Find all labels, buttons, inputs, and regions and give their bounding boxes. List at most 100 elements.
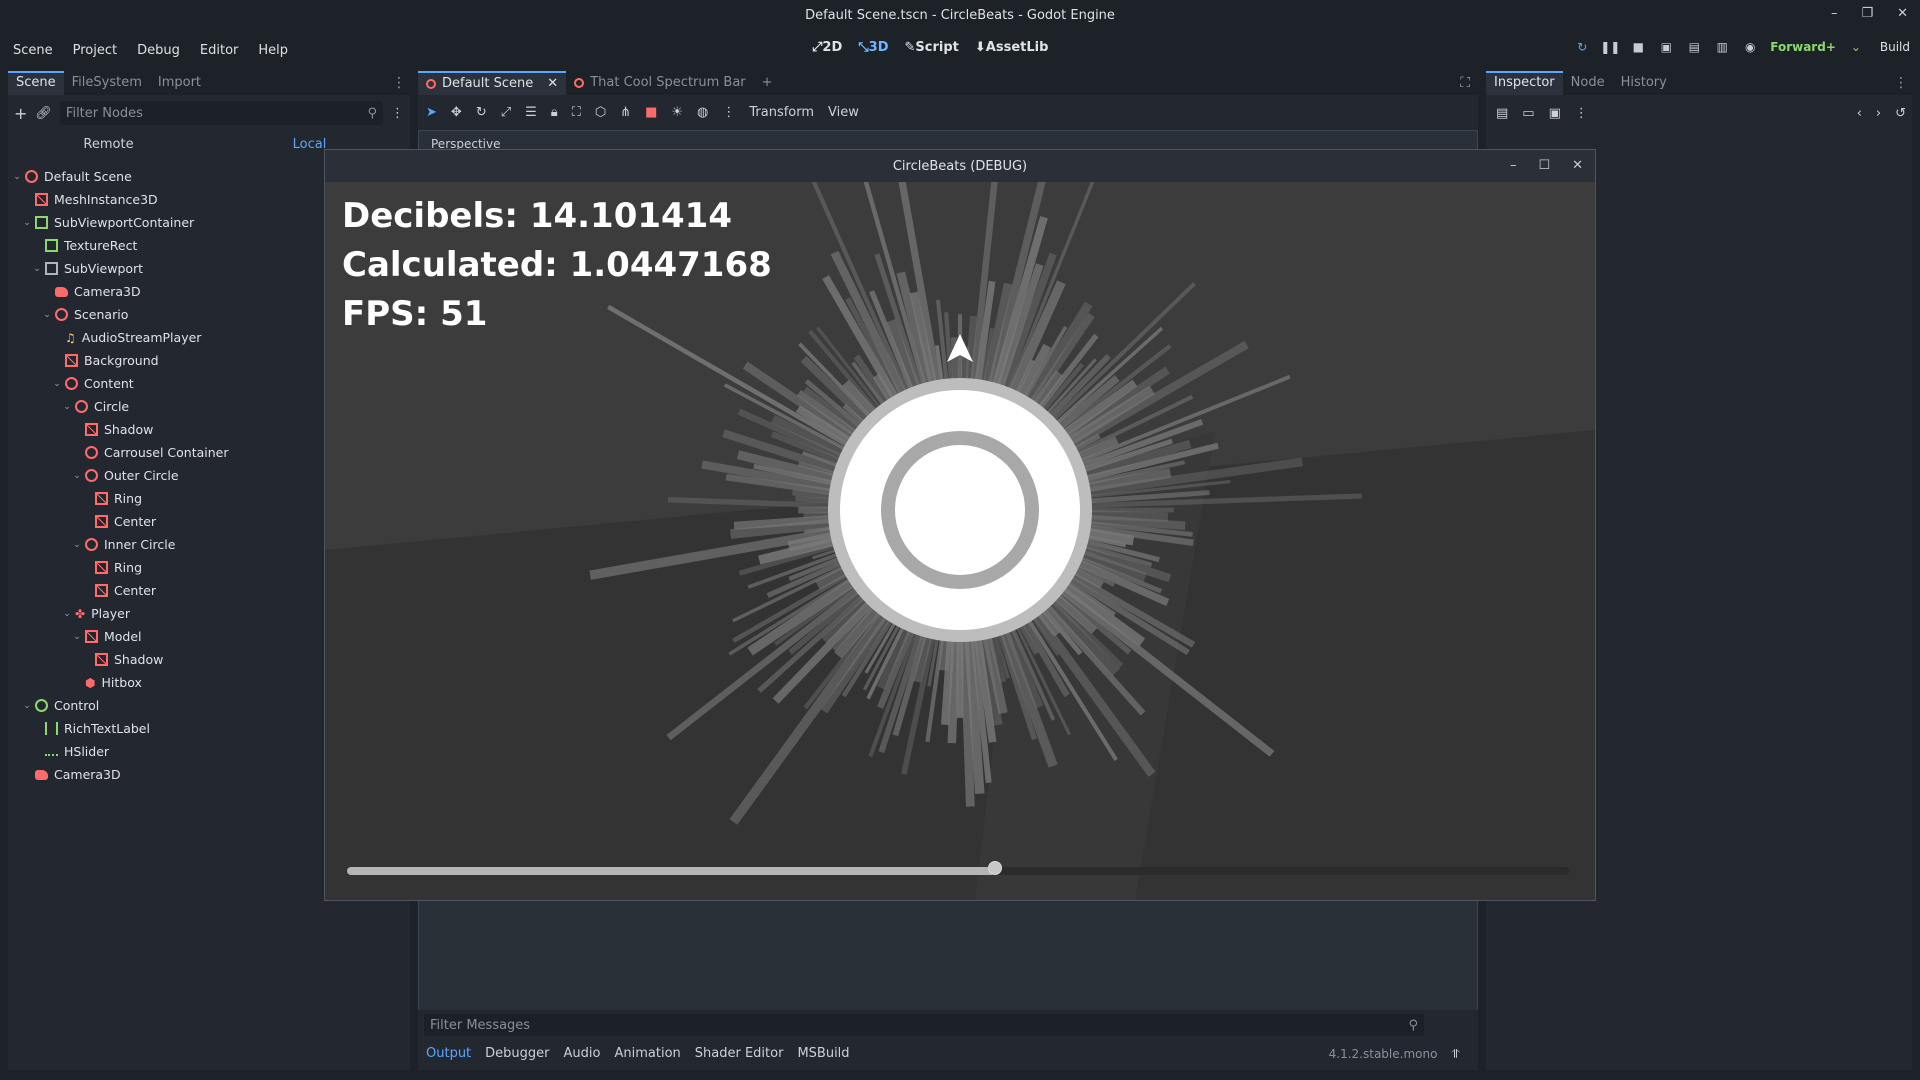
chevron-down-icon[interactable]: ⌄ <box>32 264 42 274</box>
filter-nodes-input[interactable]: Filter Nodes ⚲ <box>59 101 383 125</box>
add-tab-icon[interactable]: + <box>754 71 781 95</box>
tree-node-label: Ring <box>114 491 143 506</box>
new-resource-icon[interactable]: ▤ <box>1496 106 1508 121</box>
close-icon[interactable]: ✕ <box>547 74 558 94</box>
remote-tab[interactable]: Remote <box>8 137 209 152</box>
maximize-icon[interactable]: ☐ <box>1538 158 1550 173</box>
lock-icon[interactable]: 🔒︎ <box>551 105 558 120</box>
mode-assetlib-button[interactable]: ⬇AssetLib <box>975 40 1049 55</box>
tab-shader-editor[interactable]: Shader Editor <box>695 1046 784 1061</box>
kebab-icon[interactable]: ⋮ <box>1575 106 1588 121</box>
chevron-down-icon[interactable]: ⌄ <box>72 540 82 550</box>
environment-icon[interactable]: ◍ <box>697 105 708 120</box>
tree-node-label: Background <box>84 353 159 368</box>
tab-inspector[interactable]: Inspector <box>1486 71 1563 95</box>
tab-scene[interactable]: Scene <box>8 71 64 95</box>
close-icon[interactable]: ✕ <box>1572 158 1583 173</box>
transform-menu[interactable]: Transform <box>749 105 814 120</box>
kebab-icon[interactable]: ⋮ <box>722 105 735 120</box>
dock-menu-icon[interactable]: ⋮ <box>392 75 406 91</box>
chevron-down-icon[interactable]: ⌄ <box>72 471 82 481</box>
dock-menu-icon[interactable]: ⋮ <box>1894 75 1908 91</box>
tree-node-label: Shadow <box>114 652 164 667</box>
play-scene-icon[interactable]: ▤ <box>1686 39 1702 55</box>
tree-node-label: Center <box>114 514 157 529</box>
view-menu[interactable]: View <box>828 105 859 120</box>
hslider[interactable] <box>347 861 1569 875</box>
tab-audio[interactable]: Audio <box>564 1046 601 1061</box>
menubar: Scene Project Debug Editor Help ⤢2D ⤡3D … <box>0 30 1920 70</box>
tab-animation[interactable]: Animation <box>614 1046 680 1061</box>
local-space-icon[interactable]: ⬡ <box>595 105 606 120</box>
tree-node-label: Content <box>84 376 134 391</box>
filter-messages-input[interactable]: Filter Messages ⚲ <box>424 1014 1424 1036</box>
select-tool-icon[interactable]: ➤ <box>426 105 437 120</box>
chevron-down-icon[interactable]: ⌄ <box>52 379 62 389</box>
distraction-free-icon[interactable]: ⛶ <box>1460 75 1470 91</box>
tab-filesystem[interactable]: FileSystem <box>64 71 150 95</box>
play-custom-scene-icon[interactable]: ▥ <box>1714 39 1730 55</box>
node3d-icon <box>574 78 585 88</box>
pin-icon[interactable]: ⥣ <box>1451 1047 1460 1061</box>
kebab-icon[interactable]: ⋮ <box>391 106 404 121</box>
mesh-icon <box>65 354 78 367</box>
pause-icon[interactable]: ❚❚ <box>1600 39 1620 55</box>
menu-project[interactable]: Project <box>73 43 117 58</box>
save-icon[interactable]: ▣ <box>1549 106 1561 121</box>
tab-import[interactable]: Import <box>150 71 209 95</box>
tree-node-label: Hitbox <box>101 675 142 690</box>
scale-tool-icon[interactable]: ⤢ <box>501 105 511 120</box>
tab-msbuild[interactable]: MSBuild <box>797 1046 849 1061</box>
minimize-icon[interactable]: – <box>1510 158 1517 173</box>
open-folder-icon[interactable]: ▭ <box>1522 106 1534 121</box>
stop-icon[interactable]: ■ <box>1630 39 1646 55</box>
menu-editor[interactable]: Editor <box>200 43 238 58</box>
chevron-left-icon[interactable]: ‹ <box>1857 106 1862 121</box>
chevron-down-icon[interactable]: ⌄ <box>72 632 82 642</box>
build-button[interactable]: Build <box>1880 40 1910 54</box>
tree-node-label: Camera3D <box>54 767 121 782</box>
tab-history[interactable]: History <box>1613 71 1675 95</box>
add-node-icon[interactable]: + <box>14 104 27 123</box>
game-viewport[interactable]: Decibels: 14.101414 Calculated: 1.044716… <box>325 182 1595 900</box>
rotate-tool-icon[interactable]: ↻ <box>476 105 487 120</box>
chevron-down-icon[interactable]: ⌄ <box>62 402 72 412</box>
group-icon[interactable]: ⛶ <box>572 105 581 120</box>
tab-debugger[interactable]: Debugger <box>485 1046 549 1061</box>
menu-scene[interactable]: Scene <box>13 43 53 58</box>
chevron-down-icon[interactable]: ⌄ <box>62 609 72 619</box>
list-select-icon[interactable]: ☰ <box>525 105 537 120</box>
chevron-down-icon[interactable]: ⌄ <box>22 701 32 711</box>
texture-icon <box>45 239 58 252</box>
remote-debug-icon[interactable]: ↻ <box>1574 39 1590 55</box>
movie-maker-icon[interactable]: ◉ <box>1742 39 1758 55</box>
mode-script-button[interactable]: ✎Script <box>905 40 959 55</box>
camera-preview-icon[interactable]: ■ <box>645 105 657 120</box>
snap-icon[interactable]: ⋔ <box>620 105 631 120</box>
close-icon[interactable]: ✕ <box>1897 6 1908 21</box>
minimize-icon[interactable]: – <box>1831 6 1838 21</box>
sun-icon[interactable]: ☀ <box>671 105 683 120</box>
tab-output[interactable]: Output <box>426 1046 471 1061</box>
history-icon[interactable]: ↺ <box>1895 106 1906 121</box>
tab-default-scene[interactable]: Default Scene ✕ <box>418 71 567 95</box>
hslider-grabber[interactable] <box>987 861 1002 875</box>
tree-node-label: Scenario <box>74 307 129 322</box>
chevron-down-icon[interactable]: ⌄ <box>22 218 32 228</box>
tab-node[interactable]: Node <box>1563 71 1613 95</box>
chevron-right-icon[interactable]: › <box>1876 106 1881 121</box>
play-project-icon[interactable]: ▣ <box>1658 39 1674 55</box>
mode-3d-button[interactable]: ⤡3D <box>858 40 888 55</box>
tree-node-label: HSlider <box>64 744 110 759</box>
mesh-icon <box>35 193 48 206</box>
menu-debug[interactable]: Debug <box>137 43 180 58</box>
chevron-down-icon[interactable]: ⌄ <box>42 310 52 320</box>
menu-help[interactable]: Help <box>258 43 288 58</box>
move-tool-icon[interactable]: ✥ <box>451 105 462 120</box>
mode-2d-button[interactable]: ⤢2D <box>812 40 842 55</box>
restore-icon[interactable]: ❐ <box>1861 6 1873 21</box>
link-icon[interactable]: 🔗︎ <box>35 106 52 121</box>
chevron-down-icon[interactable]: ⌄ <box>12 172 22 182</box>
tab-that-cool-spectrum-bar[interactable]: That Cool Spectrum Bar <box>566 71 753 95</box>
renderer-select[interactable]: Forward+ <box>1770 40 1836 54</box>
